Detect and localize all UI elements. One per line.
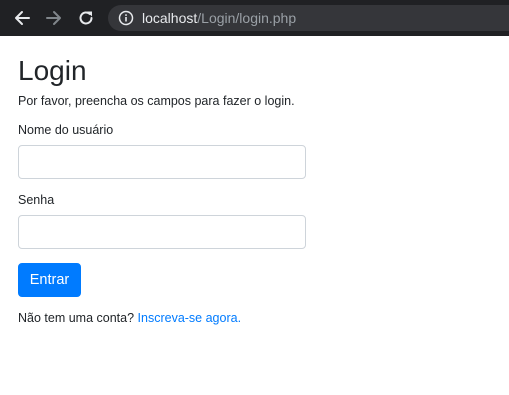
submit-button[interactable]: Entrar — [18, 263, 81, 297]
info-icon[interactable] — [118, 10, 134, 26]
page-title: Login — [18, 55, 87, 86]
url-path: /Login/login.php — [197, 10, 297, 26]
password-input[interactable] — [18, 215, 306, 249]
arrow-right-icon — [46, 11, 61, 25]
reload-button[interactable] — [74, 6, 98, 30]
signup-prompt: Não tem uma conta? Inscreva-se agora. — [18, 311, 241, 325]
arrow-left-icon — [15, 11, 30, 25]
reload-icon — [79, 11, 93, 25]
signup-prompt-text: Não tem uma conta? — [18, 311, 135, 325]
page-subtitle: Por favor, preencha os campos para fazer… — [18, 94, 295, 108]
url-host: localhost — [142, 10, 198, 26]
password-label: Senha — [18, 193, 55, 207]
username-label: Nome do usuário — [18, 123, 114, 137]
address-bar[interactable]: localhost/Login/login.php — [108, 5, 509, 31]
browser-toolbar: localhost/Login/login.php — [0, 0, 509, 36]
username-input[interactable] — [18, 145, 306, 179]
signup-link[interactable]: Inscreva-se agora. — [138, 311, 242, 325]
forward-button[interactable] — [42, 6, 66, 30]
back-button[interactable] — [10, 6, 34, 30]
url-text[interactable]: localhost/Login/login.php — [142, 10, 296, 26]
